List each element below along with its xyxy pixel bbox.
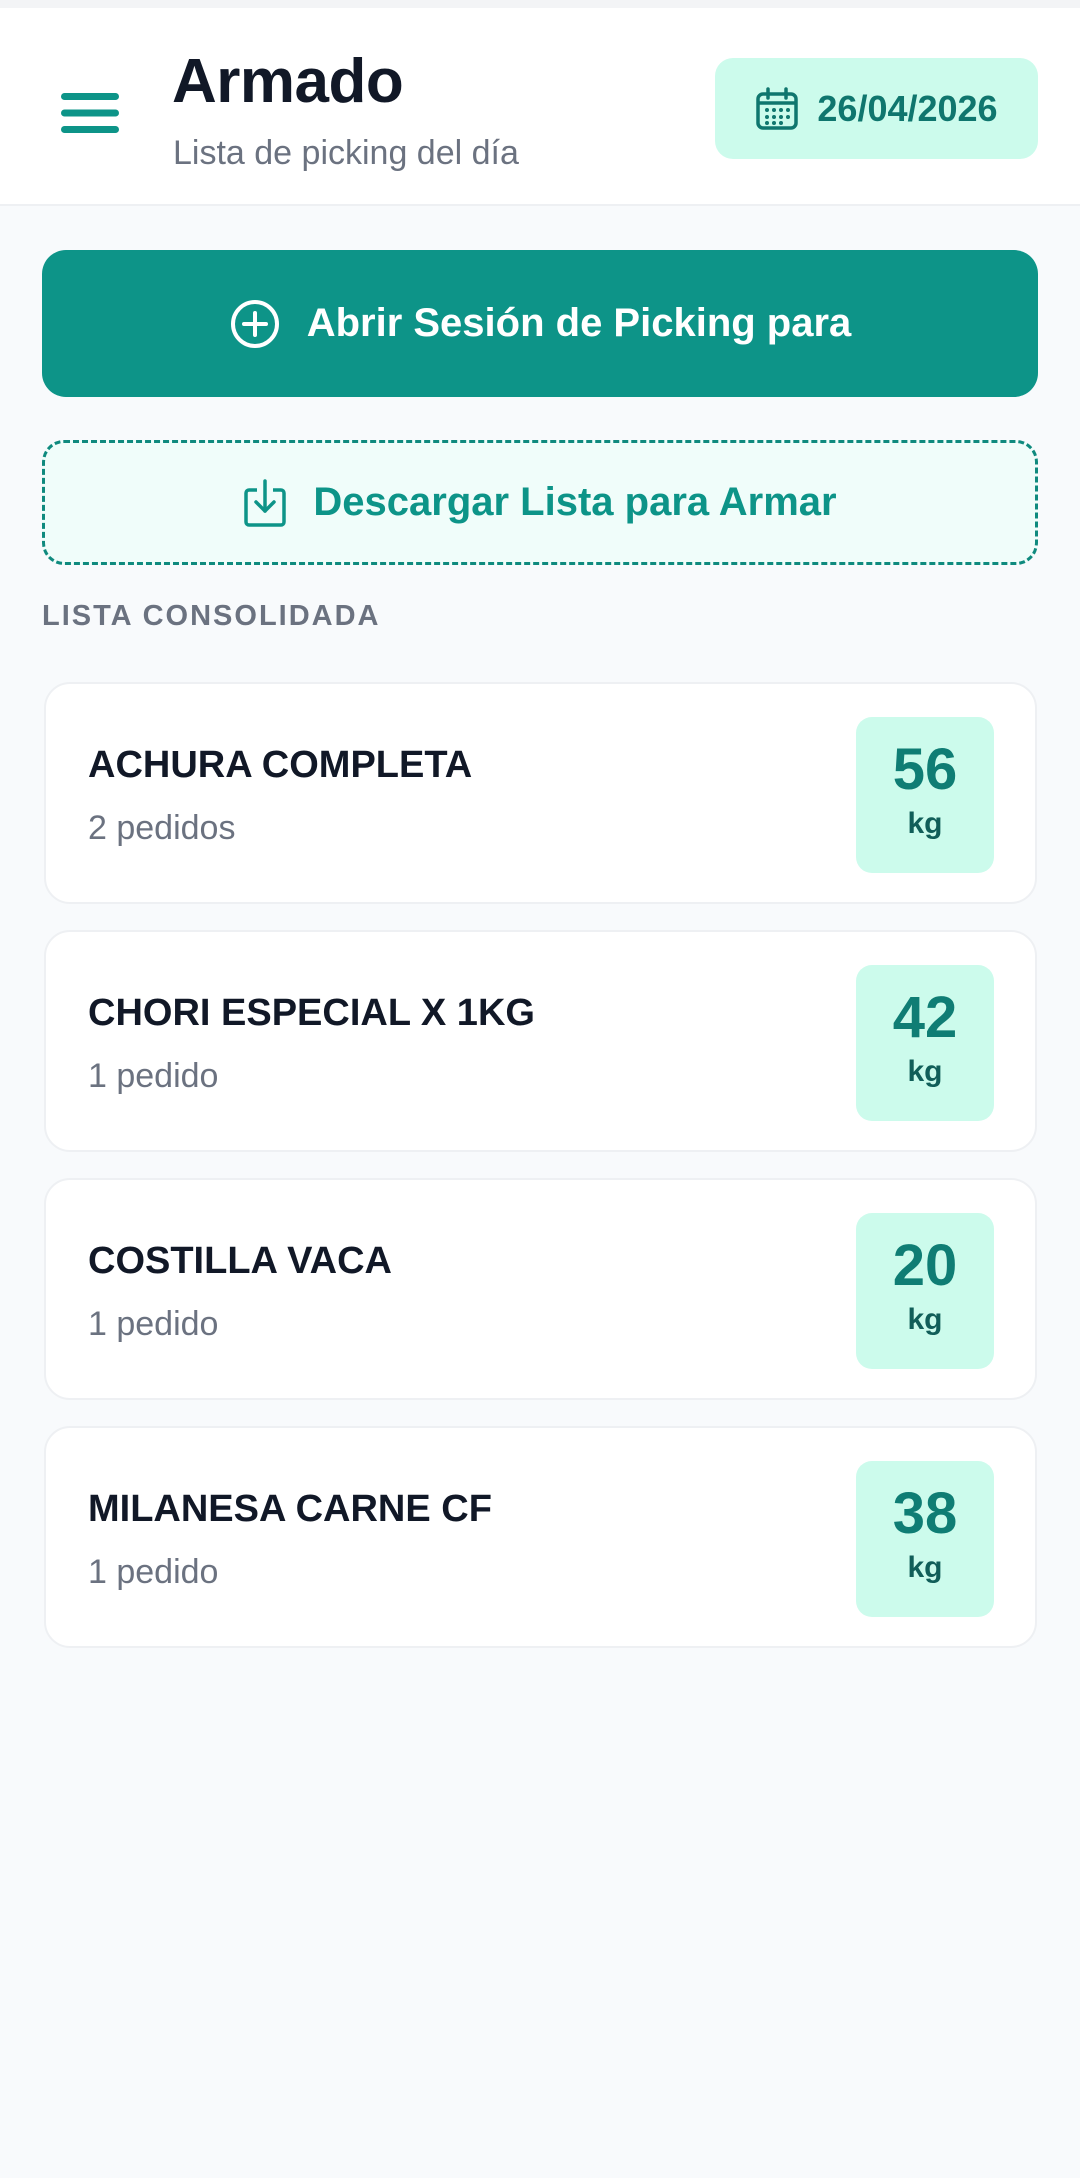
date-picker-button[interactable]: 26/04/2026 — [715, 58, 1038, 159]
open-picking-session-label: Abrir Sesión de Picking para — [306, 301, 852, 345]
list-item[interactable]: MILANESA CARNE CF 1 pedido 38 kg — [44, 1426, 1037, 1648]
page-title: Armado — [172, 47, 404, 116]
download-icon — [244, 478, 287, 527]
quantity-unit: kg — [907, 1055, 943, 1088]
hamburger-menu-icon — [61, 93, 119, 133]
quantity-badge: 38 kg — [856, 1461, 994, 1617]
menu-button[interactable] — [50, 78, 130, 148]
order-count: 2 pedidos — [88, 809, 236, 847]
quantity-value: 38 — [892, 1481, 958, 1546]
consolidated-list: ACHURA COMPLETA 2 pedidos 56 kg CHORI ES… — [44, 682, 1037, 1674]
quantity-badge: 20 kg — [856, 1213, 994, 1369]
order-count: 1 pedido — [88, 1305, 219, 1343]
quantity-unit: kg — [907, 1303, 943, 1336]
download-list-label: Descargar Lista para Armar — [313, 480, 837, 524]
product-name: COSTILLA VACA — [88, 1240, 392, 1282]
quantity-unit: kg — [907, 807, 943, 840]
download-list-button[interactable]: Descargar Lista para Armar — [42, 440, 1038, 565]
quantity-value: 56 — [892, 737, 958, 802]
date-label: 26/04/2026 — [817, 87, 998, 129]
list-item[interactable]: ACHURA COMPLETA 2 pedidos 56 kg — [44, 682, 1037, 904]
product-name: CHORI ESPECIAL X 1KG — [88, 992, 535, 1034]
quantity-value: 20 — [892, 1233, 958, 1298]
calendar-icon — [756, 86, 799, 130]
order-count: 1 pedido — [88, 1553, 219, 1591]
app-header: Armado Lista de picking del día 26/04/20… — [0, 8, 1080, 206]
product-name: ACHURA COMPLETA — [88, 744, 473, 786]
quantity-badge: 42 kg — [856, 965, 994, 1121]
list-item[interactable]: COSTILLA VACA 1 pedido 20 kg — [44, 1178, 1037, 1400]
plus-circle-icon — [230, 299, 279, 348]
quantity-badge: 56 kg — [856, 717, 994, 873]
quantity-value: 42 — [892, 985, 958, 1050]
order-count: 1 pedido — [88, 1057, 219, 1095]
open-picking-session-button[interactable]: Abrir Sesión de Picking para — [42, 250, 1038, 397]
list-item[interactable]: CHORI ESPECIAL X 1KG 1 pedido 42 kg — [44, 930, 1037, 1152]
section-heading: LISTA CONSOLIDADA — [42, 600, 381, 632]
status-bar-strip — [0, 0, 1080, 8]
page-subtitle: Lista de picking del día — [173, 134, 519, 172]
quantity-unit: kg — [907, 1551, 943, 1584]
product-name: MILANESA CARNE CF — [88, 1488, 492, 1530]
